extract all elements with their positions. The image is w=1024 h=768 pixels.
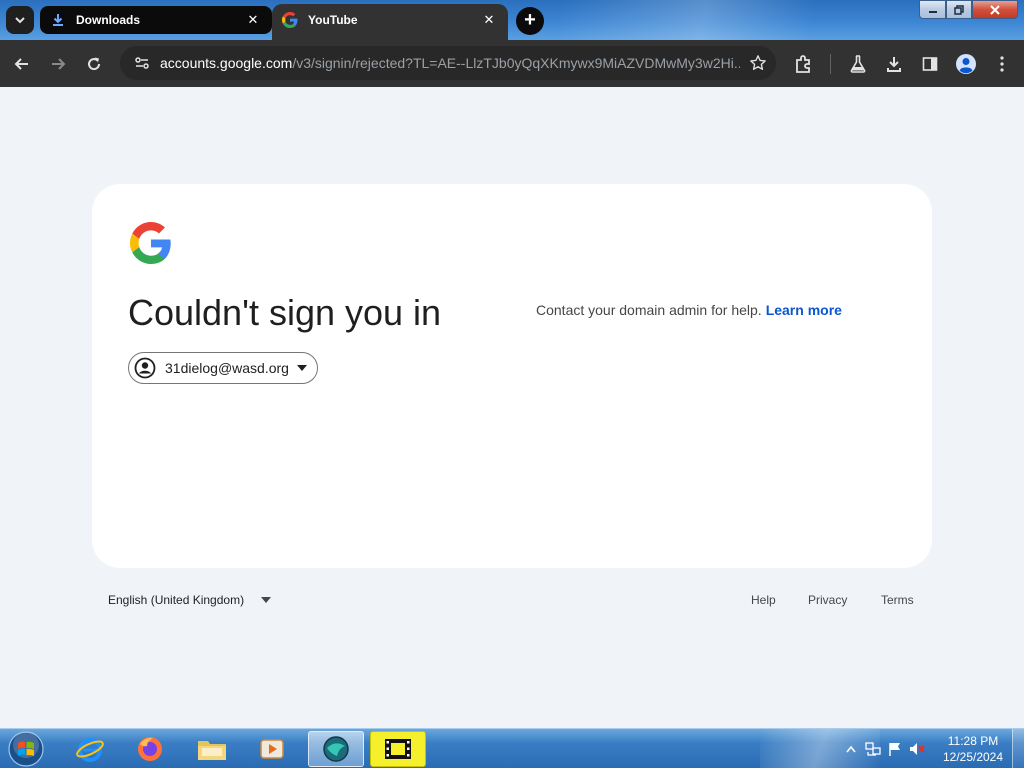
address-bar[interactable]: accounts.google.com/v3/signin/rejected?T… <box>120 46 776 80</box>
volume-muted-icon[interactable] <box>906 738 928 760</box>
reload-icon <box>88 57 101 71</box>
media-player-icon <box>260 739 284 759</box>
tab-search-button[interactable] <box>6 6 34 34</box>
page-content: Couldn't sign you in 31dielog@wasd.org C… <box>0 87 1024 728</box>
learn-more-link[interactable]: Learn more <box>766 302 842 318</box>
footer-terms-link[interactable]: Terms <box>881 593 914 607</box>
system-tray <box>840 729 928 768</box>
network-icon[interactable] <box>862 738 884 760</box>
back-button[interactable] <box>8 50 36 78</box>
extensions-icon[interactable] <box>792 52 816 76</box>
side-panel-icon[interactable] <box>918 52 942 76</box>
page-footer: English (United Kingdom) Help Privacy Te… <box>0 587 1024 617</box>
internet-explorer-icon <box>76 738 104 762</box>
film-strip-icon <box>385 739 411 759</box>
file-explorer-taskbar-button[interactable] <box>184 731 240 767</box>
forward-button[interactable] <box>44 50 72 78</box>
chevron-down-icon <box>15 17 25 24</box>
tab-title: Downloads <box>76 13 141 27</box>
media-player-taskbar-button[interactable] <box>244 731 300 767</box>
app-globe-icon <box>323 736 349 762</box>
windows-taskbar: 11:28 PM 12/25/2024 <box>0 728 1024 768</box>
internet-explorer-taskbar-button[interactable] <box>62 731 118 767</box>
footer-privacy-link[interactable]: Privacy <box>808 593 847 607</box>
close-icon <box>990 4 1000 15</box>
account-chip[interactable]: 31dielog@wasd.org <box>128 352 318 384</box>
clock-time: 11:28 PM <box>947 734 999 748</box>
language-selector[interactable]: English (United Kingdom) <box>108 593 272 607</box>
arrow-left-icon <box>14 58 28 70</box>
close-icon[interactable]: ✕ <box>480 11 498 29</box>
download-icon[interactable] <box>882 52 906 76</box>
tab-downloads[interactable]: Downloads ✕ <box>40 6 272 34</box>
site-info-icon[interactable] <box>124 55 160 71</box>
caret-down-icon <box>260 594 272 606</box>
google-logo-icon <box>130 222 172 264</box>
window-controls <box>919 0 1018 20</box>
video-editor-taskbar-button[interactable] <box>370 731 426 767</box>
close-window-button[interactable] <box>972 0 1018 19</box>
labs-flask-icon[interactable] <box>846 52 870 76</box>
new-tab-button[interactable]: + <box>516 7 544 35</box>
restore-icon <box>954 4 964 15</box>
show-hidden-icons-icon[interactable] <box>840 738 862 760</box>
restore-button[interactable] <box>946 0 972 19</box>
download-icon <box>50 12 66 28</box>
minimize-icon <box>928 10 937 13</box>
url-path: /v3/signin/rejected?TL=AE--LlzTJb0yQqXKm… <box>292 55 740 71</box>
page-title: Couldn't sign you in <box>128 292 442 333</box>
reload-button[interactable] <box>80 50 108 78</box>
url-host: accounts.google.com <box>160 55 293 71</box>
toolbar-separator <box>830 54 831 74</box>
greenshot-taskbar-button[interactable] <box>308 731 364 767</box>
account-circle-icon <box>133 356 157 380</box>
firefox-icon <box>138 737 162 761</box>
browser-toolbar: accounts.google.com/v3/signin/rejected?T… <box>0 40 1024 87</box>
caret-down-icon <box>296 363 307 373</box>
help-text: Contact your domain admin for help. <box>536 302 762 318</box>
more-menu-icon[interactable] <box>990 52 1014 76</box>
tab-title: YouTube <box>308 13 358 27</box>
firefox-taskbar-button[interactable] <box>122 731 178 767</box>
google-g-icon <box>282 12 298 28</box>
signin-card: Couldn't sign you in 31dielog@wasd.org C… <box>92 184 932 568</box>
profile-avatar-icon[interactable] <box>954 52 978 76</box>
minimize-button[interactable] <box>919 0 946 19</box>
url-text: accounts.google.com/v3/signin/rejected?T… <box>160 55 740 71</box>
tab-youtube[interactable]: YouTube ✕ <box>272 4 508 40</box>
language-label: English (United Kingdom) <box>108 593 245 607</box>
show-desktop-button[interactable] <box>1012 729 1024 768</box>
windows-orb-icon <box>8 731 44 767</box>
bookmark-star-icon[interactable] <box>740 54 776 72</box>
action-center-flag-icon[interactable] <box>884 738 906 760</box>
taskbar-clock[interactable]: 11:28 PM 12/25/2024 <box>938 733 1008 765</box>
arrow-right-icon <box>52 58 66 70</box>
close-icon[interactable]: ✕ <box>244 11 262 29</box>
clock-date: 12/25/2024 <box>942 750 1004 764</box>
account-email: 31dielog@wasd.org <box>165 360 289 376</box>
folder-icon <box>198 741 226 760</box>
footer-help-link[interactable]: Help <box>751 593 776 607</box>
start-button[interactable] <box>6 730 46 768</box>
help-message: Contact your domain admin for help. Learn… <box>536 302 842 318</box>
browser-titlebar: Downloads ✕ YouTube ✕ + <box>0 0 1024 40</box>
